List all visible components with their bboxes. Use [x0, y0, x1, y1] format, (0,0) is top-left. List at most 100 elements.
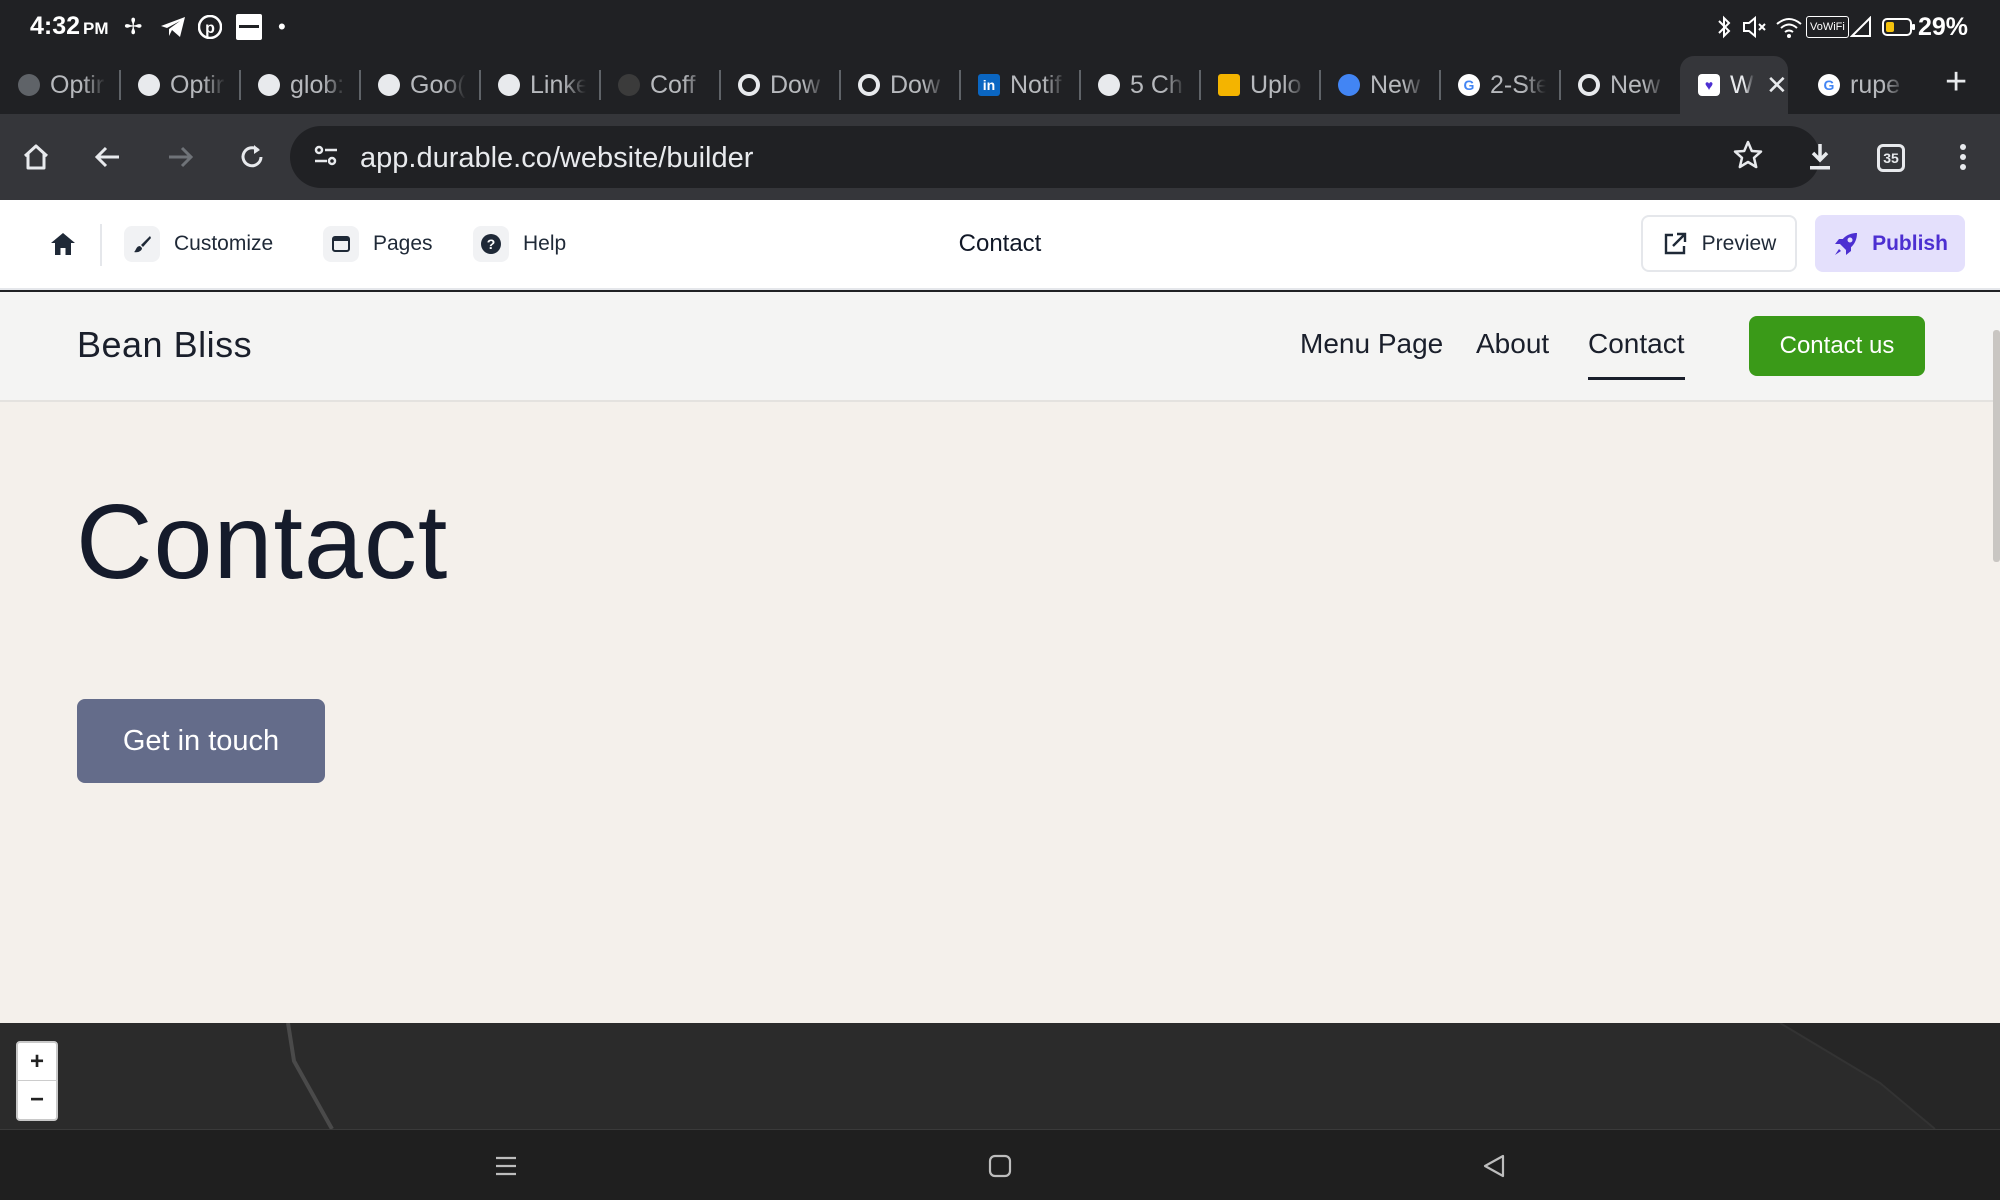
browser-tab[interactable]: glob:: [240, 56, 360, 114]
globe-icon: [498, 74, 520, 96]
durable-icon: ♥: [1698, 74, 1720, 96]
status-bar: 4:32 PM ✢ p • VoWiFi 29%: [0, 0, 2000, 56]
website-preview: Bean Bliss Menu Page About Contact Conta…: [0, 292, 2000, 1023]
download-icon[interactable]: [1796, 133, 1844, 181]
browser-tab-label: Uplo: [1250, 70, 1302, 99]
chrome-icon: [738, 74, 760, 96]
battery-percent: 29%: [1918, 13, 1969, 41]
browser-tab[interactable]: Dow: [720, 56, 840, 114]
globe-icon: [258, 74, 280, 96]
back-icon[interactable]: [84, 133, 132, 181]
back-nav-icon[interactable]: [1476, 1148, 1512, 1184]
preview-button[interactable]: Preview: [1641, 215, 1797, 272]
builder-toolbar: Customize Pages ? Help Contact Preview P…: [0, 200, 2000, 290]
status-time: 4:32 PM: [30, 12, 109, 40]
signal-icon: [1850, 14, 1872, 40]
linkedin-icon: in: [978, 74, 1000, 96]
browser-tab[interactable]: Goo(: [360, 56, 480, 114]
telegram-icon: [160, 14, 186, 40]
browser-toolbar: app.durable.co/website/builder 35: [0, 114, 2000, 200]
tab-strip: Optir Optir glob: Goo( Linke Coff Dow Dow in Noti…: [0, 56, 2000, 114]
more-menu-icon[interactable]: [1939, 133, 1987, 181]
bluetooth-icon: [1716, 14, 1732, 40]
browser-tab-label: Linke: [530, 70, 586, 99]
browser-tab-label: W: [1730, 70, 1754, 99]
browser-tab-label: 5 Ch: [1130, 70, 1183, 99]
site-header: Bean Bliss Menu Page About Contact Conta…: [0, 292, 2000, 402]
map-zoom-control: + −: [16, 1041, 58, 1121]
globe-icon: [138, 74, 160, 96]
nav-link-menu-page[interactable]: Menu Page: [1300, 328, 1443, 360]
browser-tab-label: Coff: [650, 70, 696, 99]
map-section[interactable]: + −: [0, 1023, 2000, 1129]
browser-tab[interactable]: Optir: [120, 56, 240, 114]
publish-label: Publish: [1872, 231, 1948, 255]
pinwheel-icon: [618, 74, 640, 96]
tab-switcher-button[interactable]: 35: [1877, 144, 1905, 172]
url-text[interactable]: app.durable.co/website/builder: [360, 142, 753, 175]
vowifi-icon: VoWiFi: [1806, 16, 1849, 38]
reload-icon[interactable]: [228, 133, 276, 181]
hero-title: Contact: [76, 483, 449, 601]
browser-tab[interactable]: Dow: [840, 56, 960, 114]
preview-scrollbar[interactable]: [1993, 330, 2000, 562]
more-notifications-dot-icon: •: [278, 14, 286, 39]
google-icon: G: [1818, 74, 1840, 96]
browser-tab[interactable]: G 2-Ste: [1440, 56, 1560, 114]
chrome-icon: [858, 74, 880, 96]
google-icon: G: [1458, 74, 1480, 96]
browser-tab[interactable]: Optir: [0, 56, 120, 114]
browser-tab[interactable]: 5 Ch: [1080, 56, 1200, 114]
globe-icon: [378, 74, 400, 96]
browser-tab-label: Optir: [50, 70, 105, 99]
browser-tab[interactable]: Grupe: [1800, 56, 1920, 114]
rocket-icon: [1835, 232, 1858, 255]
browser-tab-label: Notif: [1010, 70, 1062, 99]
browser-tab-label: New: [1370, 70, 1421, 99]
preview-label: Preview: [1701, 231, 1777, 255]
browser-tab[interactable]: Uplo: [1200, 56, 1320, 114]
browser-tab[interactable]: ♥ W ✕: [1680, 56, 1788, 114]
zoom-out-button[interactable]: −: [18, 1081, 56, 1119]
home-nav-icon[interactable]: [982, 1148, 1018, 1184]
upload-icon: [1218, 74, 1240, 96]
browser-tab-label: Dow: [890, 70, 941, 99]
android-navigation-bar: [0, 1129, 2000, 1200]
home-icon[interactable]: [12, 133, 60, 181]
svg-text:p: p: [205, 20, 215, 37]
bookmark-star-icon[interactable]: [1732, 139, 1764, 176]
browser-tab[interactable]: in Notif: [960, 56, 1080, 114]
site-brand[interactable]: Bean Bliss: [77, 324, 252, 366]
pinterest-icon: p: [198, 14, 222, 40]
browser-tab[interactable]: Coff: [600, 56, 720, 114]
browser-tab-label: glob:: [290, 70, 345, 99]
browser-tab[interactable]: New: [1560, 56, 1680, 114]
globe-icon: [1098, 74, 1120, 96]
recent-apps-icon[interactable]: [488, 1148, 524, 1184]
wifi-icon: [1776, 14, 1802, 40]
browser-tab-label: New: [1610, 70, 1661, 99]
nav-link-contact[interactable]: Contact: [1588, 328, 1685, 380]
globe-icon: [18, 74, 40, 96]
fan-icon: ✢: [124, 14, 143, 39]
google-ads-icon: [1338, 74, 1360, 96]
browser-tab[interactable]: New: [1320, 56, 1440, 114]
browser-tab[interactable]: Linke: [480, 56, 600, 114]
external-link-icon: [1664, 232, 1686, 254]
chrome-icon: [1578, 74, 1600, 96]
forward-icon[interactable]: [156, 133, 204, 181]
browser-tab-label: 2-Ste: [1490, 70, 1546, 99]
browser-tab-label: rupe: [1850, 70, 1901, 99]
new-tab-button[interactable]: +: [1945, 62, 1967, 102]
get-in-touch-button[interactable]: Get in touch: [77, 699, 325, 783]
nav-link-about[interactable]: About: [1476, 328, 1549, 360]
mute-icon: [1742, 14, 1768, 40]
app-notification-icon: [236, 14, 262, 40]
site-settings-icon[interactable]: [312, 142, 340, 175]
zoom-in-button[interactable]: +: [18, 1043, 56, 1081]
contact-us-button[interactable]: Contact us: [1749, 316, 1925, 376]
close-tab-icon[interactable]: ✕: [1766, 70, 1788, 101]
browser-tab-label: Goo(: [410, 70, 466, 99]
publish-button[interactable]: Publish: [1815, 215, 1965, 272]
address-bar[interactable]: app.durable.co/website/builder: [290, 126, 1820, 188]
